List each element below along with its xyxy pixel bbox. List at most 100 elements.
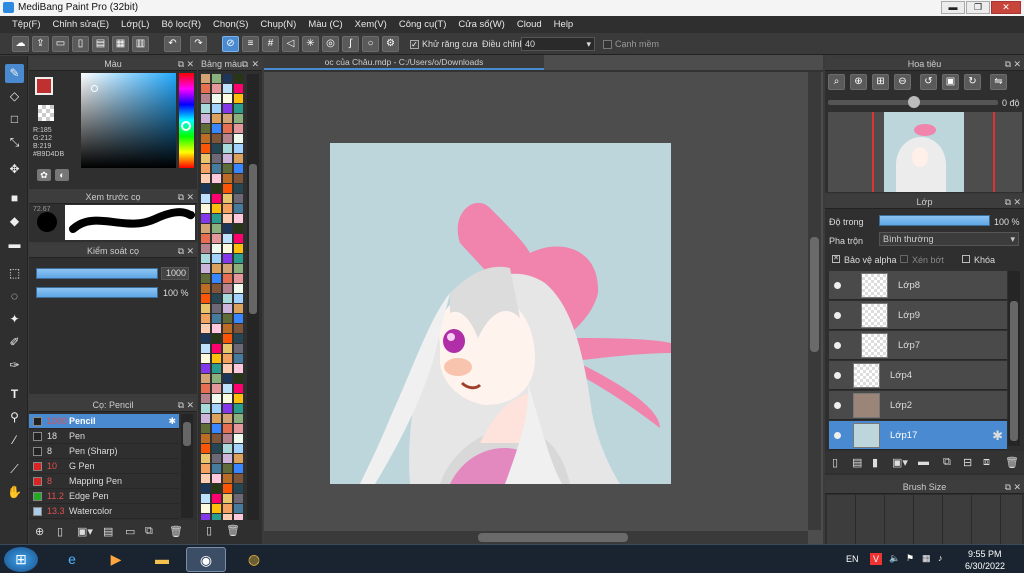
color-swatch[interactable] <box>201 194 210 203</box>
brush-list-item[interactable]: 18 Pen <box>29 429 179 444</box>
color-swatch[interactable] <box>201 384 210 393</box>
zoom-out-icon[interactable]: ⊖ <box>894 74 911 90</box>
curve-snap-icon[interactable]: ∫ <box>342 36 359 52</box>
color-swatch[interactable] <box>223 494 232 503</box>
antivirus-icon[interactable]: V <box>870 553 882 565</box>
color-swatch[interactable] <box>212 474 221 483</box>
speaker-icon[interactable]: 🔈 <box>889 553 900 564</box>
color-swatch[interactable] <box>212 324 221 333</box>
color-swatch[interactable] <box>234 434 243 443</box>
antialias-checkbox[interactable]: ✓ <box>410 40 419 49</box>
color-swatch[interactable] <box>223 284 232 293</box>
color-swatch[interactable] <box>223 214 232 223</box>
color-swatch[interactable] <box>212 304 221 313</box>
color-swatch[interactable] <box>234 134 243 143</box>
color-swatch[interactable] <box>201 304 210 313</box>
color-swatch[interactable] <box>223 414 232 423</box>
color-swatch[interactable] <box>201 344 210 353</box>
color-swatch[interactable] <box>212 104 221 113</box>
navigator-preview[interactable] <box>828 112 1022 192</box>
color-swatch[interactable] <box>234 404 243 413</box>
color-swatch[interactable] <box>212 174 221 183</box>
layer-opacity-slider[interactable] <box>879 215 990 226</box>
layer-row[interactable]: Lớp2 <box>829 391 1007 420</box>
ellipse-snap-icon[interactable]: ○ <box>362 36 379 52</box>
color-swatch[interactable] <box>201 474 210 483</box>
color-swatch[interactable] <box>201 254 210 263</box>
parallel-snap-icon[interactable]: ≡ <box>242 36 259 52</box>
zoom-fit-icon[interactable]: ⌕ <box>828 74 845 90</box>
color-swatch[interactable] <box>201 494 210 503</box>
color-swatch[interactable] <box>223 224 232 233</box>
menu-item[interactable]: Chụp(N) <box>254 16 302 33</box>
close-icon[interactable]: ✕ <box>186 398 194 412</box>
color-swatch[interactable] <box>234 494 243 503</box>
color-swatch[interactable] <box>201 114 210 123</box>
color-swatch[interactable] <box>212 334 221 343</box>
add-brush-icon[interactable]: ⊕ <box>35 525 44 538</box>
color-swatch[interactable] <box>212 464 221 473</box>
new-layer-icon[interactable]: ▯ <box>832 456 838 469</box>
menu-item[interactable]: Chọn(S) <box>207 16 254 33</box>
flip-icon[interactable]: ⇋ <box>990 74 1007 90</box>
color-swatch[interactable] <box>212 354 221 363</box>
color-swatch[interactable] <box>234 174 243 183</box>
eye-icon[interactable] <box>834 402 841 409</box>
color-swatch[interactable] <box>201 514 210 520</box>
brush-menu-icon[interactable]: ▣▾ <box>77 525 93 538</box>
color-swatch[interactable] <box>234 124 243 133</box>
color-swatch[interactable] <box>201 294 210 303</box>
color-swatch[interactable] <box>201 334 210 343</box>
color-swatch[interactable] <box>234 344 243 353</box>
color-swatch[interactable] <box>212 154 221 163</box>
color-swatch[interactable] <box>212 414 221 423</box>
color-swatch[interactable] <box>212 394 221 403</box>
fit-screen-icon[interactable]: ▣ <box>942 74 959 90</box>
color-swatch[interactable] <box>201 274 210 283</box>
mix-icon[interactable]: ◐ <box>55 169 69 181</box>
color-swatch[interactable] <box>223 294 232 303</box>
color-swatch[interactable] <box>223 374 232 383</box>
color-swatch[interactable] <box>201 204 210 213</box>
soft-edge-checkbox[interactable] <box>603 40 612 49</box>
menu-item[interactable]: Công cụ(T) <box>393 16 453 33</box>
color-swatch[interactable] <box>234 424 243 433</box>
divide-tool-icon[interactable]: ⟋ <box>5 460 24 479</box>
eye-icon[interactable] <box>834 342 841 349</box>
color-swatch[interactable] <box>234 224 243 233</box>
close-button[interactable]: ✕ <box>991 1 1021 14</box>
popout-icon[interactable]: ⧉ <box>178 244 184 258</box>
color-swatch[interactable] <box>234 104 243 113</box>
color-swatch[interactable] <box>223 474 232 483</box>
color-swatch[interactable] <box>234 214 243 223</box>
hue-slider[interactable] <box>179 73 194 168</box>
brush-duplicate-icon[interactable]: ⧉ <box>145 525 153 538</box>
color-swatch[interactable] <box>212 74 221 83</box>
scroll-thumb[interactable] <box>249 164 257 314</box>
color-swatch[interactable] <box>212 494 221 503</box>
zoom-actual-icon[interactable]: ⊞ <box>872 74 889 90</box>
color-swatch[interactable] <box>201 404 210 413</box>
color-swatch[interactable] <box>223 124 232 133</box>
new-8bit-layer-icon[interactable]: ▮ <box>872 456 878 469</box>
chrome-icon[interactable]: ◍ <box>234 547 274 572</box>
close-icon[interactable]: ✕ <box>186 244 194 258</box>
brush-copy-icon[interactable]: ▭ <box>125 525 135 538</box>
color-swatch[interactable] <box>223 244 232 253</box>
grid-snap-icon[interactable]: # <box>262 36 279 52</box>
canvas-vscroll[interactable] <box>808 72 821 530</box>
color-swatch[interactable] <box>223 484 232 493</box>
color-swatch[interactable] <box>212 144 221 153</box>
color-swatch[interactable] <box>234 154 243 163</box>
color-swatch[interactable] <box>234 114 243 123</box>
color-swatch[interactable] <box>201 434 210 443</box>
color-swatch[interactable] <box>201 314 210 323</box>
color-swatch[interactable] <box>223 334 232 343</box>
primary-color-swatch[interactable] <box>35 77 53 95</box>
layer-row[interactable]: Lớp4 <box>829 361 1007 390</box>
layer-row[interactable]: Lớp17 ✱ <box>829 421 1007 450</box>
color-swatch[interactable] <box>212 294 221 303</box>
color-swatch[interactable] <box>201 74 210 83</box>
operation-tool-icon[interactable]: ⚲ <box>5 408 24 427</box>
color-swatch[interactable] <box>212 164 221 173</box>
